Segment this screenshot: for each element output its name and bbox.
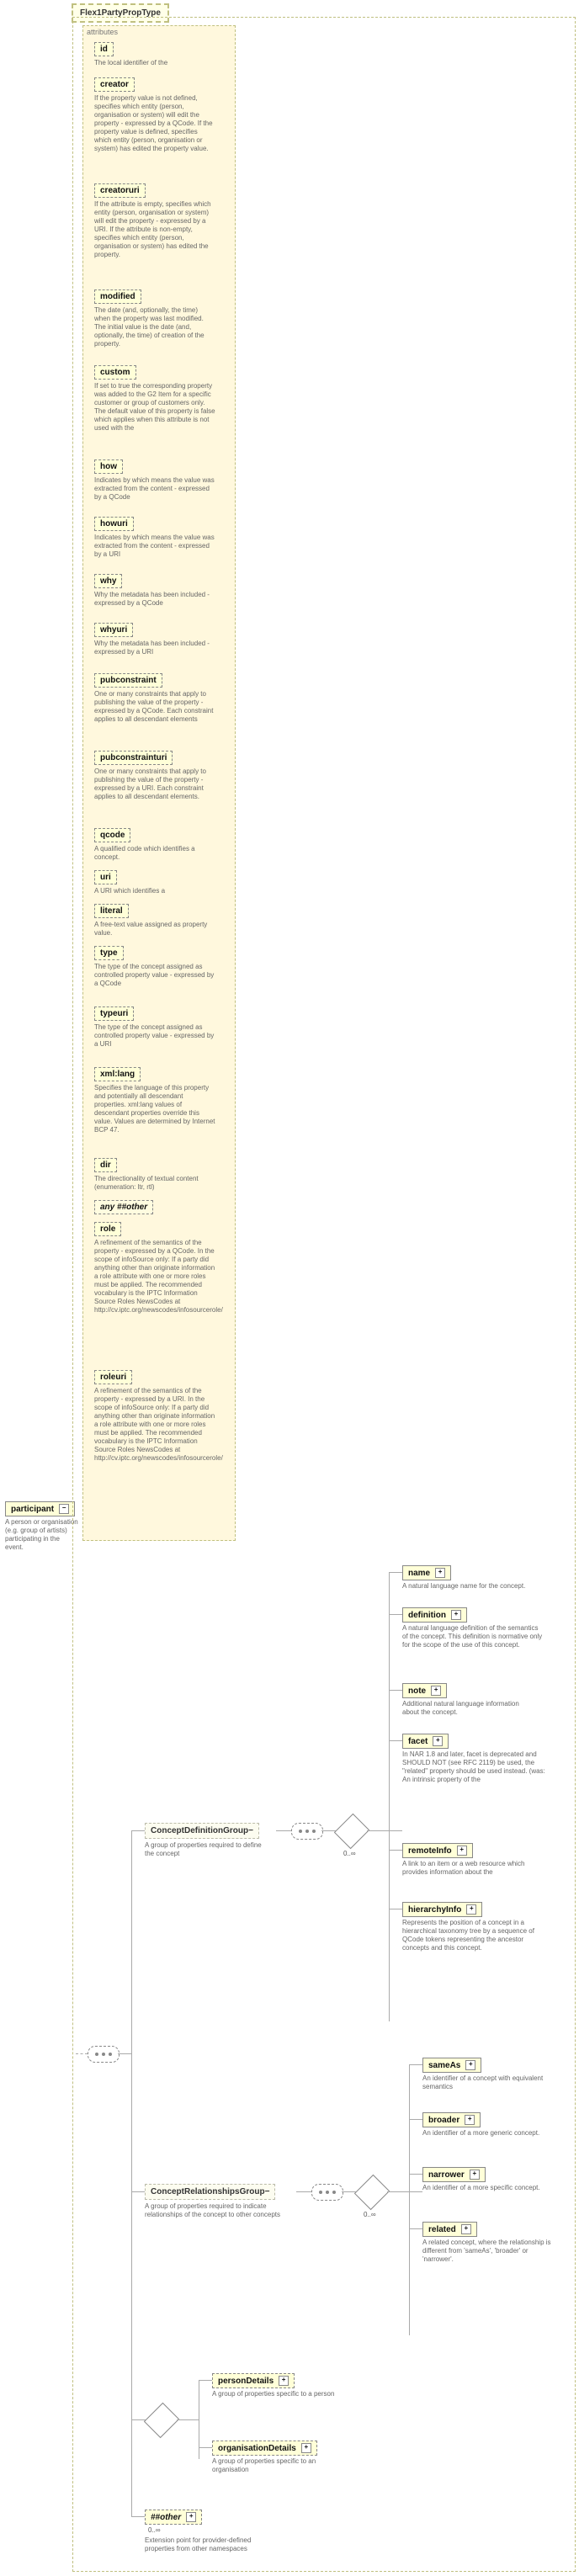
rel-sameas-desc: An identifier of a concept with equivale… bbox=[422, 2074, 549, 2091]
expand-icon[interactable]: + bbox=[431, 1686, 441, 1696]
defgroup-sequence bbox=[291, 1823, 323, 1840]
attr-dir-desc: The directionality of textual content (e… bbox=[94, 1175, 215, 1192]
rel-related[interactable]: related+ bbox=[422, 2222, 477, 2237]
defgroup-occ: 0..∞ bbox=[343, 1850, 356, 1857]
attr-literal-desc: A free-text value assigned as property v… bbox=[94, 921, 215, 937]
def-definition[interactable]: definition+ bbox=[402, 1607, 467, 1623]
attr-xmllang[interactable]: xml:lang bbox=[94, 1067, 141, 1081]
root-sequence bbox=[88, 2046, 120, 2063]
def-remoteinfo-desc: A link to an item or a web resource whic… bbox=[402, 1860, 537, 1877]
attr-creatoruri-desc: If the attribute is empty, specifies whi… bbox=[94, 200, 215, 259]
attr-role-desc: A refinement of the semantics of the pro… bbox=[94, 1239, 217, 1315]
attr-uri[interactable]: uri bbox=[94, 870, 117, 884]
expand-icon[interactable]: + bbox=[433, 1736, 443, 1746]
def-name[interactable]: name+ bbox=[402, 1565, 451, 1580]
attr-type[interactable]: type bbox=[94, 946, 124, 960]
attr-qcode-desc: A qualified code which identifies a conc… bbox=[94, 845, 215, 862]
concept-relationships-group-desc: A group of properties required to indica… bbox=[145, 2202, 288, 2219]
expand-icon[interactable]: + bbox=[451, 1610, 461, 1620]
attr-custom-desc: If set to true the corresponding propert… bbox=[94, 382, 215, 433]
attr-creatoruri[interactable]: creatoruri bbox=[94, 183, 146, 198]
expand-icon[interactable]: + bbox=[301, 2443, 311, 2453]
attr-modified[interactable]: modified bbox=[94, 289, 141, 304]
organisation-details-desc: A group of properties specific to an org… bbox=[212, 2457, 347, 2474]
person-details[interactable]: personDetails+ bbox=[212, 2373, 295, 2388]
expand-icon[interactable]: + bbox=[465, 2115, 475, 2125]
rel-narrower-desc: An identifier of a more specific concept… bbox=[422, 2184, 549, 2192]
attr-pubconstrainturi-desc: One or many constraints that apply to pu… bbox=[94, 767, 215, 801]
rel-broader-desc: An identifier of a more generic concept. bbox=[422, 2129, 549, 2138]
attr-id-desc: The local identifier of the bbox=[94, 59, 212, 67]
attr-pubconstraint[interactable]: pubconstraint bbox=[94, 673, 162, 688]
attr-whyuri[interactable]: whyuri bbox=[94, 623, 133, 637]
attr-any-other[interactable]: any ##other bbox=[94, 1200, 153, 1214]
attr-typeuri[interactable]: typeuri bbox=[94, 1006, 134, 1021]
rel-narrower[interactable]: narrower+ bbox=[422, 2167, 486, 2182]
collapse-icon[interactable]: − bbox=[248, 1826, 253, 1835]
expand-icon[interactable]: + bbox=[435, 1568, 445, 1578]
attr-creator-desc: If the property value is not defined, sp… bbox=[94, 94, 215, 153]
concept-definition-group-desc: A group of properties required to define… bbox=[145, 1841, 271, 1858]
relgroup-occ: 0..∞ bbox=[364, 2211, 376, 2218]
attr-uri-desc: A URI which identifies a bbox=[94, 887, 215, 895]
attr-typeuri-desc: The type of the concept assigned as cont… bbox=[94, 1023, 215, 1049]
attr-pubconstraint-desc: One or many constraints that apply to pu… bbox=[94, 690, 215, 724]
attr-literal[interactable]: literal bbox=[94, 904, 129, 918]
attr-qcode[interactable]: qcode bbox=[94, 828, 130, 842]
def-definition-desc: A natural language definition of the sem… bbox=[402, 1624, 545, 1649]
rel-broader[interactable]: broader+ bbox=[422, 2112, 481, 2127]
attr-xmllang-desc: Specifies the language of this property … bbox=[94, 1084, 215, 1134]
collapse-icon[interactable]: − bbox=[59, 1504, 69, 1514]
attr-why-desc: Why the metadata has been included - exp… bbox=[94, 591, 215, 608]
concept-definition-group[interactable]: ConceptDefinitionGroup − bbox=[145, 1823, 259, 1839]
attr-roleuri-desc: A refinement of the semantics of the pro… bbox=[94, 1387, 217, 1463]
expand-icon[interactable]: + bbox=[186, 2512, 196, 2522]
attr-howuri-desc: Indicates by which means the value was e… bbox=[94, 534, 215, 559]
attr-howuri[interactable]: howuri bbox=[94, 517, 134, 531]
attr-id[interactable]: id bbox=[94, 42, 114, 56]
attr-whyuri-desc: Why the metadata has been included - exp… bbox=[94, 640, 215, 656]
concept-relationships-group[interactable]: ConceptRelationshipsGroup − bbox=[145, 2184, 275, 2200]
def-note[interactable]: note+ bbox=[402, 1683, 447, 1698]
expand-icon[interactable]: + bbox=[279, 2376, 289, 2386]
attributes-label: attributes bbox=[87, 28, 118, 36]
def-note-desc: Additional natural language information … bbox=[402, 1700, 529, 1717]
any-other-element[interactable]: ##other+ bbox=[145, 2510, 202, 2525]
root-label: participant bbox=[11, 1505, 54, 1514]
attr-custom[interactable]: custom bbox=[94, 365, 136, 380]
expand-icon[interactable]: + bbox=[466, 1904, 476, 1915]
def-name-desc: A natural language name for the concept. bbox=[402, 1582, 529, 1591]
expand-icon[interactable]: + bbox=[457, 1846, 467, 1856]
def-hierarchyinfo-desc: Represents the position of a concept in … bbox=[402, 1919, 545, 1952]
attr-modified-desc: The date (and, optionally, the time) whe… bbox=[94, 306, 215, 348]
organisation-details[interactable]: organisationDetails+ bbox=[212, 2441, 317, 2456]
collapse-icon[interactable]: − bbox=[265, 2187, 270, 2196]
def-facet-desc: In NAR 1.8 and later, facet is deprecate… bbox=[402, 1750, 545, 1784]
any-other-desc: Extension point for provider-defined pro… bbox=[145, 2536, 279, 2553]
attr-pubconstrainturi[interactable]: pubconstrainturi bbox=[94, 751, 173, 765]
diagram-canvas: Flex1PartyPropType participant − A perso… bbox=[0, 0, 579, 2576]
root-desc: A person or organisation (e.g. group of … bbox=[5, 1518, 79, 1552]
attr-how[interactable]: how bbox=[94, 459, 123, 474]
def-facet[interactable]: facet+ bbox=[402, 1734, 449, 1749]
attr-type-desc: The type of the concept assigned as cont… bbox=[94, 963, 215, 988]
attr-how-desc: Indicates by which means the value was e… bbox=[94, 476, 215, 502]
rel-sameas[interactable]: sameAs+ bbox=[422, 2058, 481, 2073]
attr-why[interactable]: why bbox=[94, 574, 122, 588]
attr-roleuri[interactable]: roleuri bbox=[94, 1370, 132, 1384]
rel-related-desc: A related concept, where the relationshi… bbox=[422, 2239, 557, 2264]
person-details-desc: A group of properties specific to a pers… bbox=[212, 2390, 338, 2398]
def-hierarchyinfo[interactable]: hierarchyInfo+ bbox=[402, 1902, 482, 1917]
def-remoteinfo[interactable]: remoteInfo+ bbox=[402, 1843, 473, 1858]
any-other-occ: 0..∞ bbox=[148, 2526, 161, 2534]
root-participant[interactable]: participant − bbox=[5, 1501, 75, 1516]
attr-dir[interactable]: dir bbox=[94, 1158, 117, 1172]
expand-icon[interactable]: + bbox=[470, 2170, 480, 2180]
expand-icon[interactable]: + bbox=[465, 2060, 475, 2070]
attr-role[interactable]: role bbox=[94, 1222, 121, 1236]
relgroup-sequence bbox=[311, 2184, 343, 2201]
expand-icon[interactable]: + bbox=[461, 2224, 471, 2234]
attr-creator[interactable]: creator bbox=[94, 77, 135, 92]
